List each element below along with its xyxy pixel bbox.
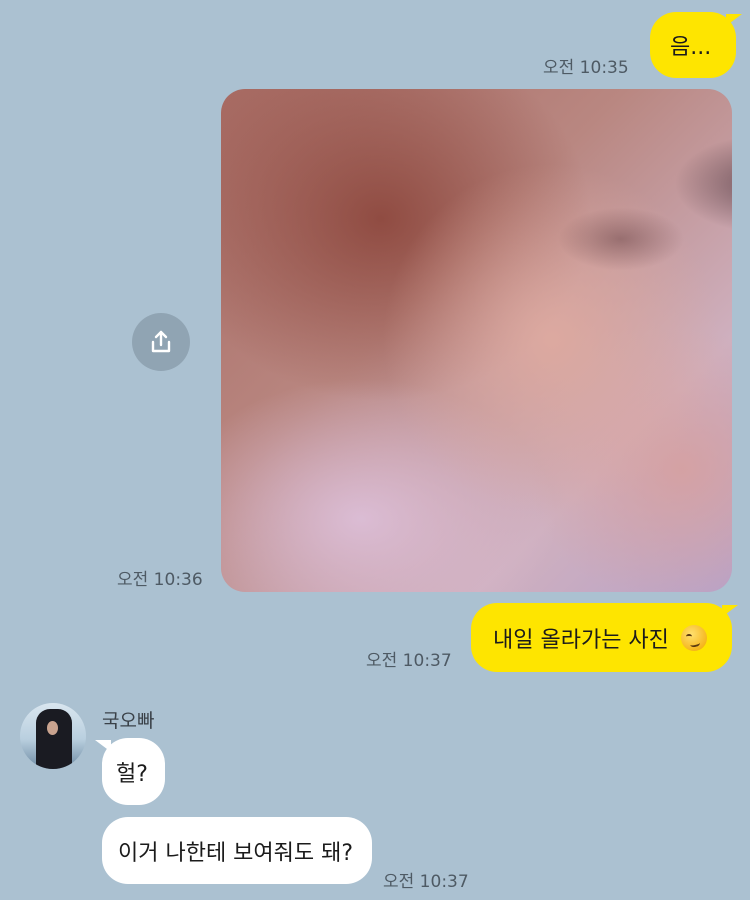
photo-timestamp: 오전 10:36: [117, 570, 203, 590]
message-text: 헐?: [116, 761, 148, 787]
message-text: 내일 올라가는 사진: [493, 627, 669, 653]
message-timestamp: 오전 10:37: [383, 872, 469, 892]
smirking-face-emoji-icon: [680, 624, 707, 651]
bubble-tail: [726, 14, 742, 26]
sender-name: 국오빠: [102, 710, 155, 732]
message-text: 이거 나한테 보여줘도 돼?: [118, 840, 354, 866]
message-text: 음...: [670, 35, 712, 60]
share-icon: [151, 330, 171, 353]
my-message-bubble[interactable]: 내일 올라가는 사진: [471, 603, 732, 672]
shared-photo[interactable]: [221, 89, 732, 592]
avatar-face: [47, 721, 58, 735]
other-message-bubble[interactable]: 이거 나한테 보여줘도 돼?: [102, 817, 372, 884]
share-button[interactable]: [132, 313, 190, 371]
other-message-bubble[interactable]: 헐?: [102, 738, 165, 805]
bubble-tail: [722, 605, 738, 617]
message-timestamp: 오전 10:37: [366, 651, 452, 671]
my-message-bubble[interactable]: 음...: [650, 12, 736, 78]
avatar[interactable]: [20, 703, 86, 769]
message-timestamp: 오전 10:35: [543, 58, 629, 78]
avatar-figure: [36, 709, 72, 769]
